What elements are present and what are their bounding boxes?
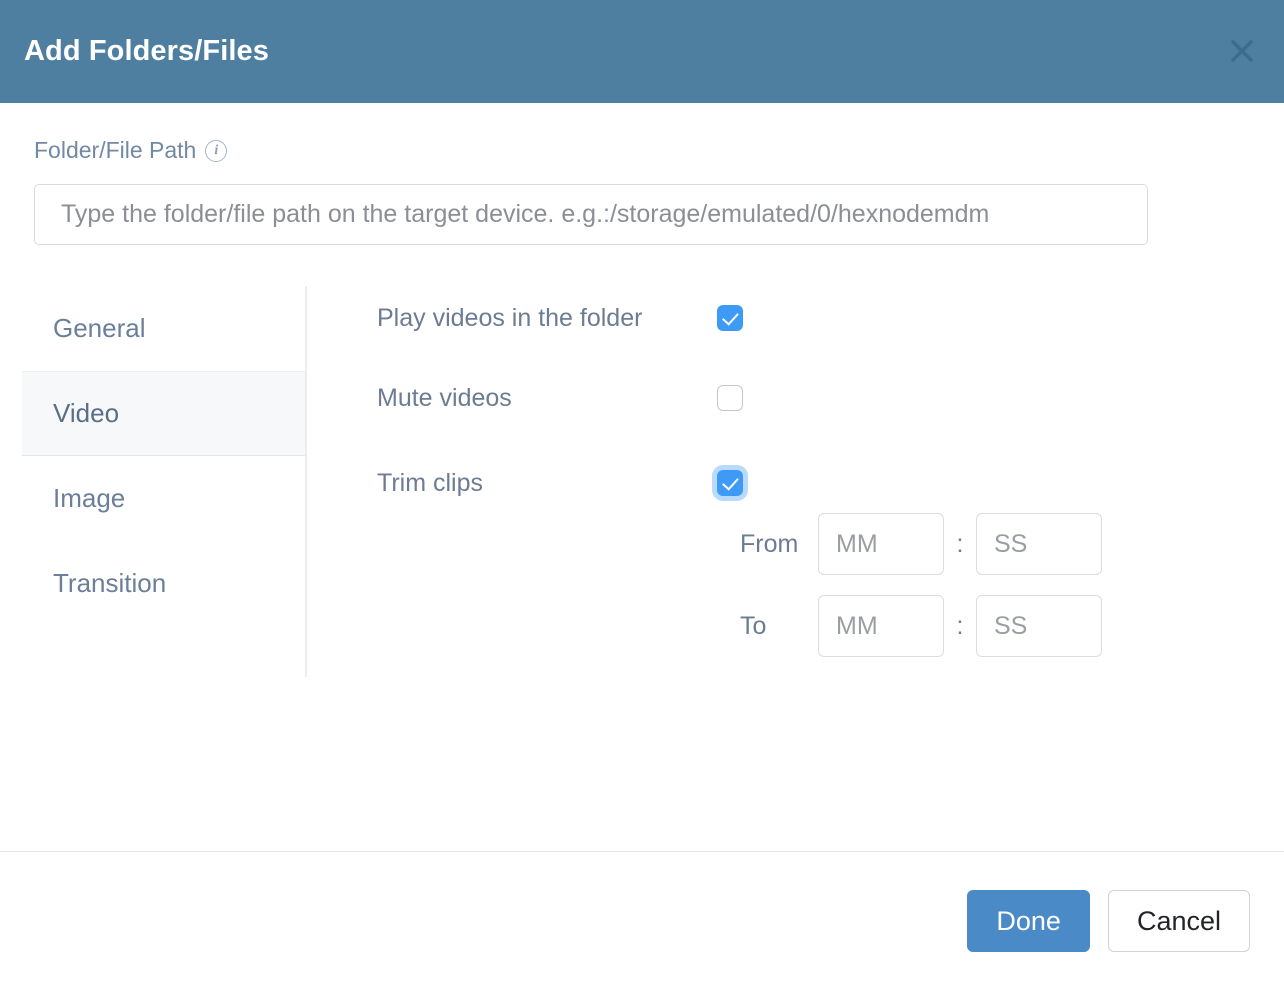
play-videos-label: Play videos in the folder [377,304,643,332]
tab-video-label: Video [53,398,120,428]
play-videos-row: Play videos in the folder [377,296,1284,338]
play-videos-checkbox[interactable] [717,305,743,331]
trim-to-seconds-input[interactable] [976,595,1102,657]
trim-from-minutes-input[interactable] [818,513,944,575]
trim-to-label: To [740,611,767,640]
trim-to-separator: : [956,611,964,640]
tab-transition[interactable]: Transition [22,541,305,626]
info-icon[interactable]: i [205,139,228,162]
video-settings-panel: Play videos in the folder Mute videos Tr… [307,286,1284,677]
trim-clips-label: Trim clips [377,469,484,497]
tab-general-label: General [53,313,146,343]
trim-clips-checkbox[interactable] [717,470,743,496]
path-field-label-row: Folder/File Path i [34,139,1250,162]
mute-videos-row: Mute videos [377,376,1284,418]
path-field-label: Folder/File Path [34,137,197,163]
mute-videos-label: Mute videos [377,384,512,412]
trim-time-area: From : To : [740,513,1284,657]
dialog-header: Add Folders/Files [0,0,1284,103]
trim-to-minutes-input[interactable] [818,595,944,657]
dialog-title: Add Folders/Files [24,35,270,67]
close-icon[interactable] [1221,30,1263,72]
trim-to-row: To : [740,595,1284,657]
done-button[interactable]: Done [967,890,1090,952]
folder-file-path-input[interactable] [34,184,1148,245]
tab-general[interactable]: General [22,286,305,371]
trim-from-row: From : [740,513,1284,575]
tab-video[interactable]: Video [22,371,305,456]
dialog-footer: Done Cancel [0,851,1284,990]
trim-clips-row: Trim clips [377,461,1284,503]
trim-from-separator: : [956,529,964,558]
tab-transition-label: Transition [53,568,167,598]
cancel-button[interactable]: Cancel [1107,890,1250,952]
path-field-block: Folder/File Path i [0,103,1284,245]
settings-panes: General Video Image Transition Play vide… [0,286,1284,677]
settings-tab-list: General Video Image Transition [22,286,307,677]
tab-image[interactable]: Image [22,456,305,541]
trim-from-seconds-input[interactable] [976,513,1102,575]
mute-videos-checkbox[interactable] [717,385,743,411]
tab-image-label: Image [53,483,126,513]
trim-from-label: From [740,529,799,558]
add-folders-files-dialog: Add Folders/Files Folder/File Path i Gen… [0,0,1284,990]
dialog-body: Folder/File Path i General Video Image T… [0,103,1284,851]
